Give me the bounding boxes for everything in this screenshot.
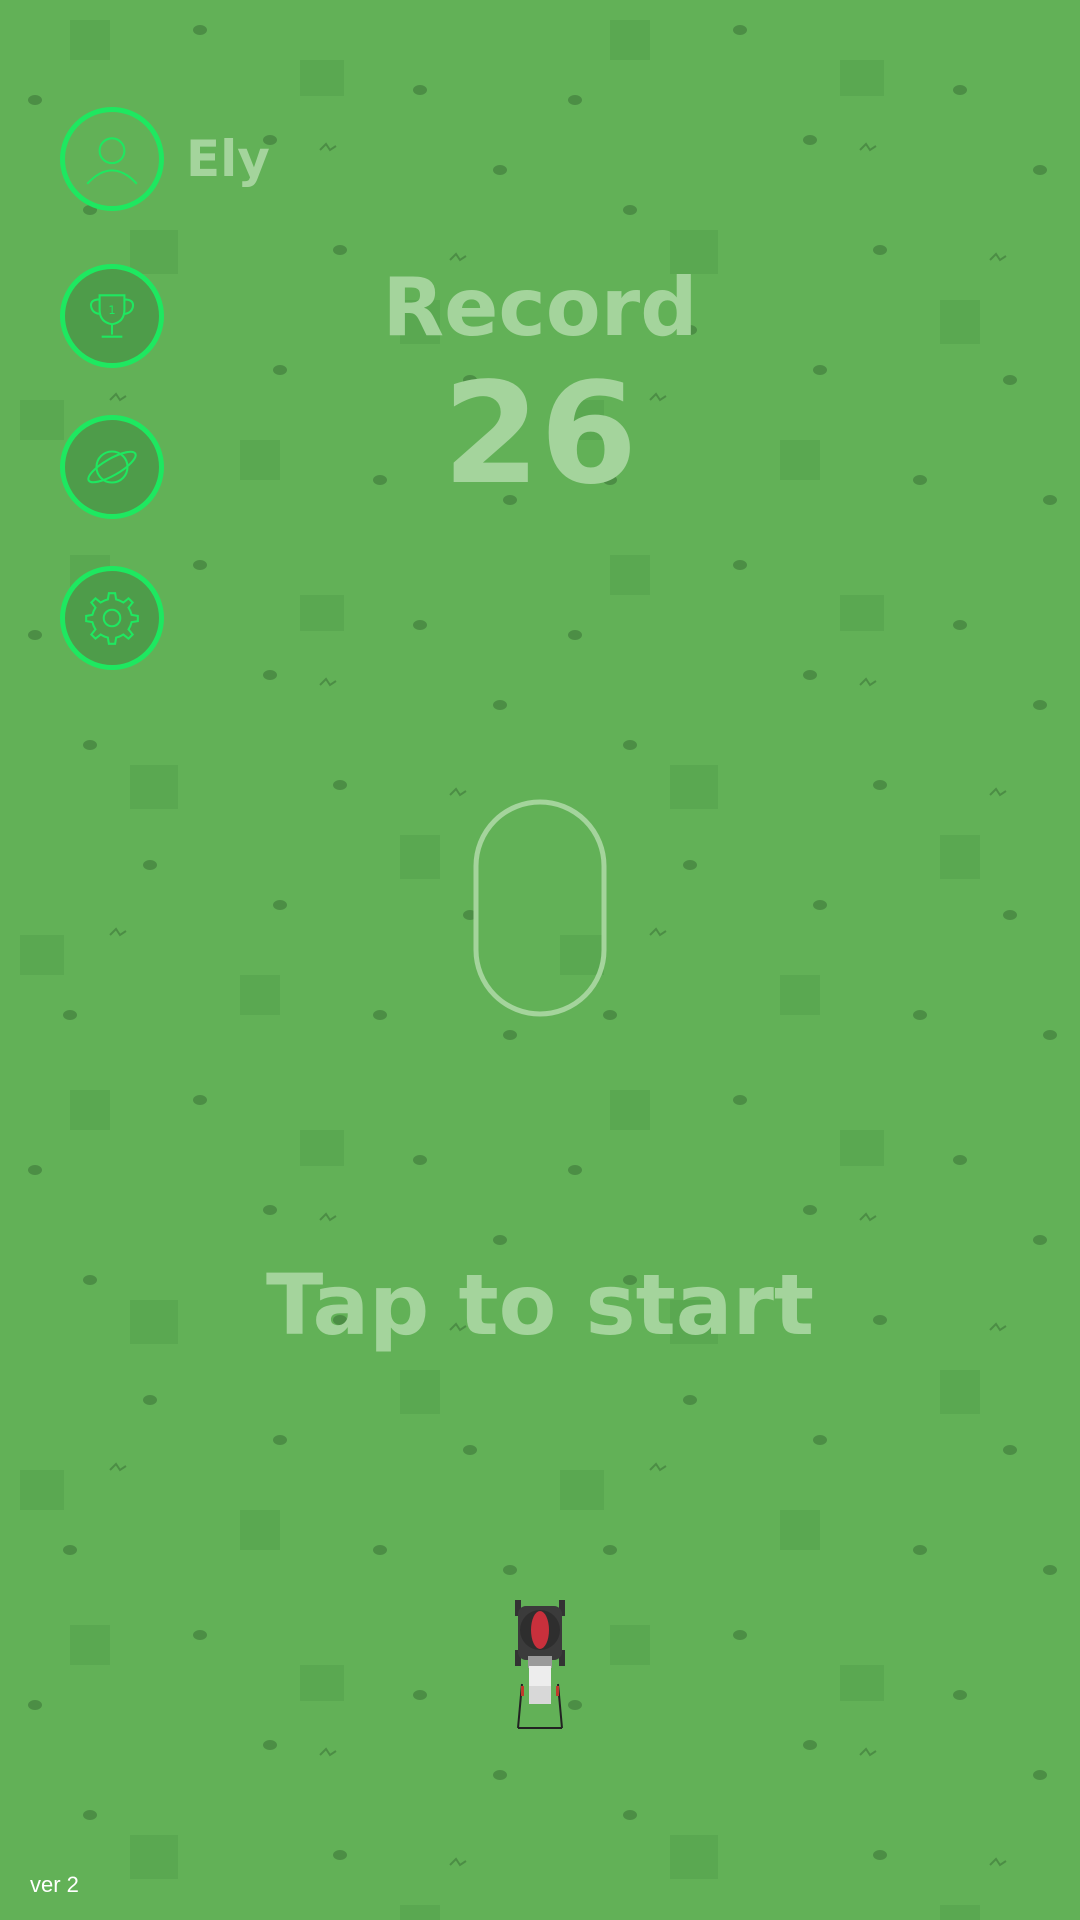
user-icon (86, 137, 138, 185)
player-name: Ely (186, 130, 270, 188)
settings-button[interactable] (60, 566, 164, 670)
tap-finger-outline-icon (473, 799, 607, 1017)
version-label: ver 2 (30, 1872, 79, 1897)
record-label: Record (382, 261, 698, 354)
tap-to-start-label[interactable]: Tap to start (0, 1255, 1080, 1355)
gear-icon (85, 592, 139, 645)
profile-button[interactable] (60, 107, 164, 211)
record-value: 26 (442, 353, 638, 516)
lawn-mower-icon (515, 1600, 565, 1729)
